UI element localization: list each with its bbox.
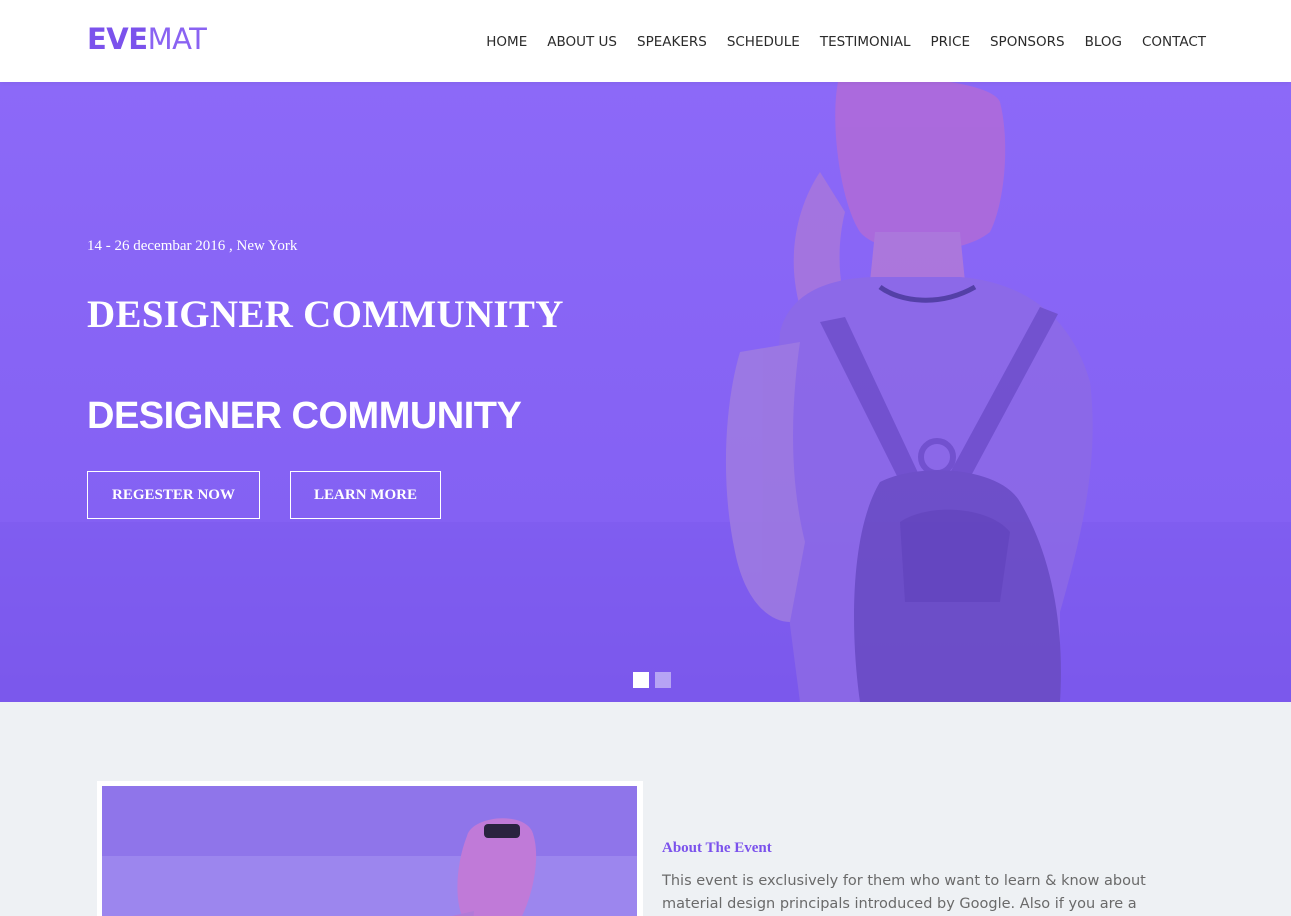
hero-title-bold: DESIGNER COMMUNITY <box>87 395 522 437</box>
about-heading: About The Event <box>662 840 772 856</box>
nav-item-testimonial[interactable]: TESTIMONIAL <box>820 33 911 51</box>
nav-item-home[interactable]: HOME <box>486 33 527 51</box>
main-nav: HOME ABOUT US SPEAKERS SCHEDULE TESTIMON… <box>466 33 1206 51</box>
nav-item-schedule[interactable]: SCHEDULE <box>727 33 800 51</box>
slider-pagination <box>633 672 671 688</box>
about-description: This event is exclusively for them who w… <box>662 873 1146 912</box>
logo-light-text: MAT <box>147 22 207 56</box>
slider-dot-2[interactable] <box>655 672 671 688</box>
about-section: About The Event This event is exclusivel… <box>0 702 1291 916</box>
register-now-button[interactable]: REGESTER NOW <box>87 471 260 519</box>
hero-background-image <box>0 82 1291 702</box>
logo-bold-text: EVE <box>87 22 148 56</box>
event-date: 14 - 26 decembar 2016 , New York <box>87 238 298 254</box>
nav-item-about-us[interactable]: ABOUT US <box>547 33 617 51</box>
about-image-frame <box>97 781 643 916</box>
learn-more-button[interactable]: LEARN MORE <box>290 471 441 519</box>
slider-dot-1[interactable] <box>633 672 649 688</box>
site-logo[interactable]: EVEMAT <box>87 22 207 56</box>
nav-item-contact[interactable]: CONTACT <box>1142 33 1206 51</box>
nav-item-speakers[interactable]: SPEAKERS <box>637 33 707 51</box>
nav-item-sponsors[interactable]: SPONSORS <box>990 33 1065 51</box>
hero-slider: 14 - 26 decembar 2016 , New York DESIGNE… <box>0 82 1291 702</box>
hero-title-serif: DESIGNER COMMUNITY <box>87 293 564 336</box>
site-header: EVEMAT HOME ABOUT US SPEAKERS SCHEDULE T… <box>0 0 1291 82</box>
about-event-image <box>102 786 637 916</box>
nav-item-blog[interactable]: BLOG <box>1085 33 1122 51</box>
nav-item-price[interactable]: PRICE <box>931 33 970 51</box>
about-image-illustration <box>102 786 637 916</box>
